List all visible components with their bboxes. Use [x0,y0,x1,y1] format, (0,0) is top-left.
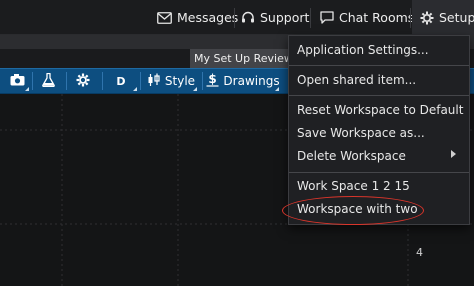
dropdown-indicator [275,87,279,91]
support-label: Support [260,10,310,25]
menu-divider [289,65,469,66]
divider [102,72,103,90]
dropdown-indicator [193,87,197,91]
dropdown-indicator [25,87,29,91]
menu-divider [289,172,469,173]
gear-icon [76,73,90,90]
dropdown-indicator [133,87,137,91]
style-button[interactable]: Style [144,69,198,93]
menu-item-save-workspace-as[interactable]: Save Workspace as... [297,122,425,144]
chat-rooms-label: Chat Rooms [339,10,415,25]
menu-item-reset-workspace[interactable]: Reset Workspace to Default [297,99,463,121]
menu-item-delete-workspace[interactable]: Delete Workspace [297,145,406,167]
svg-text:$: $ [209,72,217,86]
style-label: Style [164,74,196,88]
divider [140,72,141,90]
divider [310,8,311,28]
chat-bubble-icon [320,11,334,24]
dollar-pencil-icon: $ [206,72,219,90]
top-bar: Messages Support Chat Rooms Setup [0,0,474,35]
headset-icon [241,11,255,25]
divider [32,72,33,90]
setup-review-tab[interactable]: My Set Up Review [190,49,288,68]
chat-rooms-button[interactable]: Chat Rooms [320,0,414,35]
messages-button[interactable]: Messages [157,0,238,35]
setup-label: Setup [439,10,474,25]
menu-item-application-settings[interactable]: Application Settings... [297,39,429,61]
menu-item-workspace-1-2-15[interactable]: Work Space 1 2 15 [297,175,410,197]
flask-icon [41,72,55,90]
divider [410,8,411,28]
divider [202,72,203,90]
studies-button[interactable] [34,69,62,93]
setup-button[interactable]: Setup [412,0,474,35]
candlestick-icon [147,73,161,90]
submenu-arrow-icon [451,150,456,158]
menu-item-open-shared-item[interactable]: Open shared item... [297,69,416,91]
drawings-button[interactable]: $ Drawings [206,69,280,93]
divider [234,8,235,28]
envelope-icon [157,11,172,24]
gear-icon [420,11,434,25]
price-axis-label: 4 [416,246,423,259]
period-label: D [116,74,126,88]
chart-settings-button[interactable] [68,69,98,93]
divider [66,72,67,90]
screenshot-button[interactable] [4,69,30,93]
messages-label: Messages [177,10,239,25]
support-button[interactable]: Support [241,0,309,35]
highlight-ellipse [282,196,424,225]
menu-divider [289,95,469,96]
period-selector[interactable]: D [104,69,138,93]
camera-icon [10,73,25,89]
drawings-label: Drawings [223,74,280,88]
